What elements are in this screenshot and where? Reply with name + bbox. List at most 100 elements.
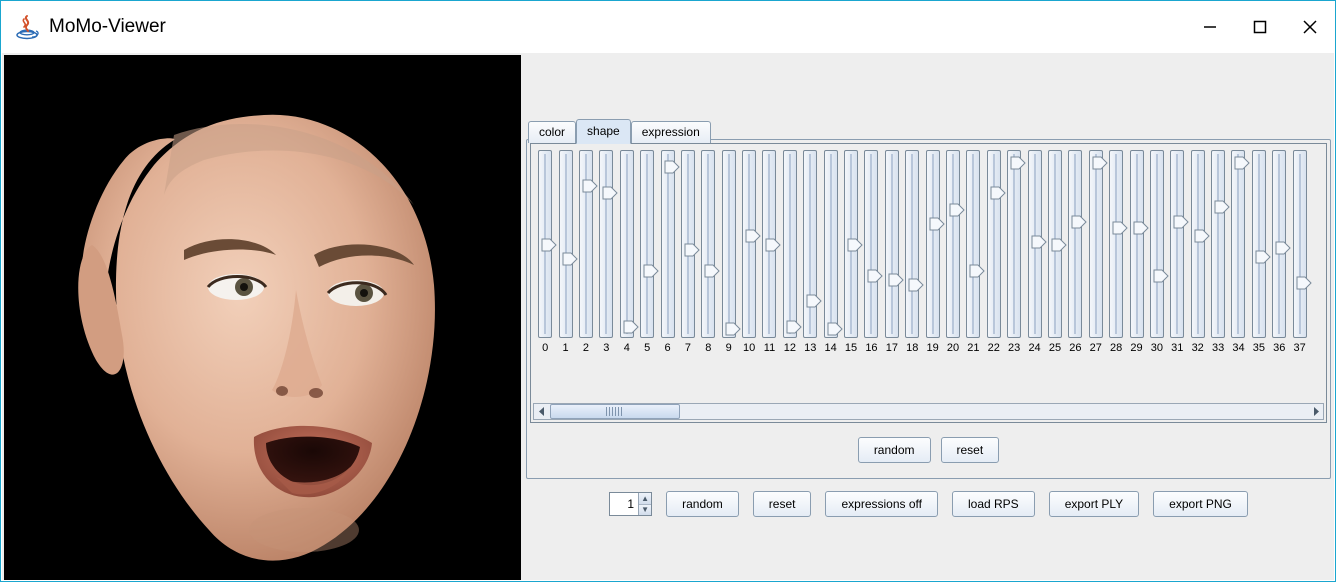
panel-random-button[interactable]: random	[858, 437, 931, 463]
panel-reset-button[interactable]: reset	[941, 437, 1000, 463]
slider-26[interactable]: 26	[1065, 150, 1085, 359]
slider-8[interactable]: 8	[698, 150, 718, 359]
slider-21[interactable]: 21	[963, 150, 983, 359]
expressions-off-button[interactable]: expressions off	[825, 491, 938, 517]
slider-track[interactable]	[824, 150, 838, 338]
slider-track[interactable]	[681, 150, 695, 338]
slider-track[interactable]	[926, 150, 940, 338]
slider-track[interactable]	[620, 150, 634, 338]
slider-track[interactable]	[905, 150, 919, 338]
spinner-down-button[interactable]: ▼	[639, 504, 651, 516]
slider-track[interactable]	[1028, 150, 1042, 338]
slider-track[interactable]	[803, 150, 817, 338]
slider-12[interactable]: 12	[780, 150, 800, 359]
slider-28[interactable]: 28	[1106, 150, 1126, 359]
slider-track[interactable]	[987, 150, 1001, 338]
slider-9[interactable]: 9	[719, 150, 739, 359]
count-spinner-input[interactable]	[610, 493, 638, 515]
slider-34[interactable]: 34	[1228, 150, 1248, 359]
scrollbar-track[interactable]	[550, 404, 1307, 419]
slider-18[interactable]: 18	[902, 150, 922, 359]
slider-6[interactable]: 6	[657, 150, 677, 359]
slider-15[interactable]: 15	[841, 150, 861, 359]
slider-5[interactable]: 5	[637, 150, 657, 359]
slider-track[interactable]	[579, 150, 593, 338]
minimize-button[interactable]	[1185, 6, 1235, 48]
slider-25[interactable]: 25	[1045, 150, 1065, 359]
slider-11[interactable]: 11	[759, 150, 779, 359]
tab-color[interactable]: color	[528, 121, 576, 143]
slider-17[interactable]: 17	[882, 150, 902, 359]
slider-track[interactable]	[1191, 150, 1205, 338]
slider-29[interactable]: 29	[1126, 150, 1146, 359]
render-viewport[interactable]	[4, 55, 521, 580]
slider-7[interactable]: 7	[678, 150, 698, 359]
slider-track[interactable]	[864, 150, 878, 338]
slider-track[interactable]	[1068, 150, 1082, 338]
horizontal-scrollbar[interactable]	[533, 403, 1324, 420]
slider-33[interactable]: 33	[1208, 150, 1228, 359]
slider-track[interactable]	[1130, 150, 1144, 338]
load-rps-button[interactable]: load RPS	[952, 491, 1035, 517]
slider-track[interactable]	[538, 150, 552, 338]
slider-4[interactable]: 4	[617, 150, 637, 359]
slider-track[interactable]	[1231, 150, 1245, 338]
random-button[interactable]: random	[666, 491, 739, 517]
slider-track[interactable]	[1293, 150, 1307, 338]
slider-track[interactable]	[885, 150, 899, 338]
slider-track[interactable]	[946, 150, 960, 338]
slider-16[interactable]: 16	[861, 150, 881, 359]
slider-track[interactable]	[559, 150, 573, 338]
export-ply-button[interactable]: export PLY	[1049, 491, 1139, 517]
slider-track[interactable]	[1048, 150, 1062, 338]
slider-36[interactable]: 36	[1269, 150, 1289, 359]
slider-track[interactable]	[640, 150, 654, 338]
slider-2[interactable]: 2	[576, 150, 596, 359]
tab-shape[interactable]: shape	[576, 119, 631, 144]
slider-30[interactable]: 30	[1147, 150, 1167, 359]
slider-14[interactable]: 14	[820, 150, 840, 359]
slider-track[interactable]	[966, 150, 980, 338]
slider-13[interactable]: 13	[800, 150, 820, 359]
export-png-button[interactable]: export PNG	[1153, 491, 1248, 517]
spinner-up-button[interactable]: ▲	[639, 493, 651, 504]
slider-31[interactable]: 31	[1167, 150, 1187, 359]
slider-track[interactable]	[599, 150, 613, 338]
slider-track[interactable]	[701, 150, 715, 338]
scroll-right-arrow-icon[interactable]	[1307, 404, 1323, 419]
tab-expression[interactable]: expression	[631, 121, 711, 143]
slider-track[interactable]	[742, 150, 756, 338]
slider-track[interactable]	[1272, 150, 1286, 338]
maximize-button[interactable]	[1235, 6, 1285, 48]
slider-1[interactable]: 1	[555, 150, 575, 359]
slider-track[interactable]	[1170, 150, 1184, 338]
slider-23[interactable]: 23	[1004, 150, 1024, 359]
slider-thumb[interactable]	[1296, 276, 1312, 290]
slider-27[interactable]: 27	[1086, 150, 1106, 359]
count-spinner[interactable]: ▲ ▼	[609, 492, 652, 516]
slider-22[interactable]: 22	[984, 150, 1004, 359]
slider-19[interactable]: 19	[922, 150, 942, 359]
slider-32[interactable]: 32	[1188, 150, 1208, 359]
slider-24[interactable]: 24	[1024, 150, 1044, 359]
slider-10[interactable]: 10	[739, 150, 759, 359]
slider-track[interactable]	[1150, 150, 1164, 338]
slider-3[interactable]: 3	[596, 150, 616, 359]
slider-track[interactable]	[722, 150, 736, 338]
close-button[interactable]	[1285, 6, 1335, 48]
slider-track[interactable]	[1252, 150, 1266, 338]
slider-track[interactable]	[844, 150, 858, 338]
reset-button[interactable]: reset	[753, 491, 812, 517]
slider-track[interactable]	[1109, 150, 1123, 338]
slider-track[interactable]	[1007, 150, 1021, 338]
slider-35[interactable]: 35	[1249, 150, 1269, 359]
slider-track[interactable]	[1089, 150, 1103, 338]
slider-track[interactable]	[1211, 150, 1225, 338]
scrollbar-thumb[interactable]	[550, 404, 680, 419]
scroll-left-arrow-icon[interactable]	[534, 404, 550, 419]
slider-track[interactable]	[661, 150, 675, 338]
slider-20[interactable]: 20	[943, 150, 963, 359]
slider-37[interactable]: 37	[1289, 150, 1309, 359]
slider-track[interactable]	[762, 150, 776, 338]
slider-track[interactable]	[783, 150, 797, 338]
